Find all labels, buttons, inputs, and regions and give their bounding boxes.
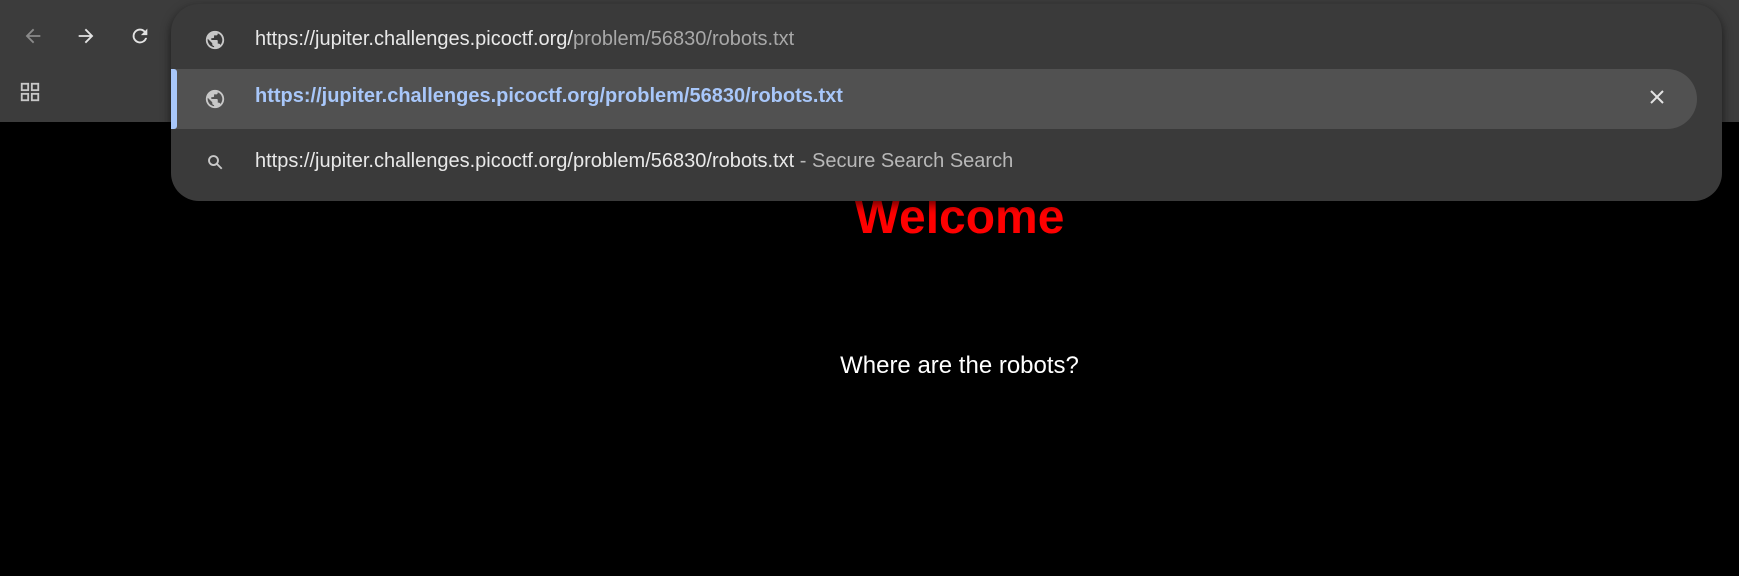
address-bar-url: https://jupiter.challenges.picoctf.org/p… xyxy=(255,28,794,51)
globe-icon xyxy=(203,87,227,111)
apps-grid-icon xyxy=(19,81,41,103)
search-icon xyxy=(203,150,227,174)
search-query: https://jupiter.challenges.picoctf.org/p… xyxy=(255,150,795,172)
omnibox-dropdown: https://jupiter.challenges.picoctf.org/p… xyxy=(171,4,1722,201)
remove-suggestion-button[interactable] xyxy=(1643,85,1671,113)
suggestion-search[interactable]: https://jupiter.challenges.picoctf.org/p… xyxy=(171,134,1722,190)
search-separator: - xyxy=(794,150,812,172)
address-bar[interactable]: https://jupiter.challenges.picoctf.org/p… xyxy=(171,14,1722,66)
search-engine-name: Secure Search Search xyxy=(811,150,1014,172)
suggestion-url-text: https://jupiter.challenges.picoctf.org/p… xyxy=(255,85,843,107)
url-host: https://jupiter.challenges.picoctf.org/ xyxy=(255,28,573,50)
reload-icon xyxy=(129,25,151,47)
reload-button[interactable] xyxy=(120,16,160,56)
arrow-right-icon xyxy=(75,25,97,47)
suggestion-url-selected[interactable]: https://jupiter.challenges.picoctf.org/p… xyxy=(171,69,1697,129)
back-button[interactable] xyxy=(13,16,53,56)
globe-icon xyxy=(203,28,227,52)
selection-indicator xyxy=(171,69,177,129)
url-path: problem/56830/robots.txt xyxy=(572,28,795,50)
apps-button[interactable] xyxy=(10,72,50,112)
page-body-text: Where are the robots? xyxy=(840,352,1079,379)
forward-button[interactable] xyxy=(66,16,106,56)
arrow-left-icon xyxy=(22,25,44,47)
close-icon xyxy=(1649,89,1665,110)
suggestion-search-text: https://jupiter.challenges.picoctf.org/p… xyxy=(255,150,1013,173)
